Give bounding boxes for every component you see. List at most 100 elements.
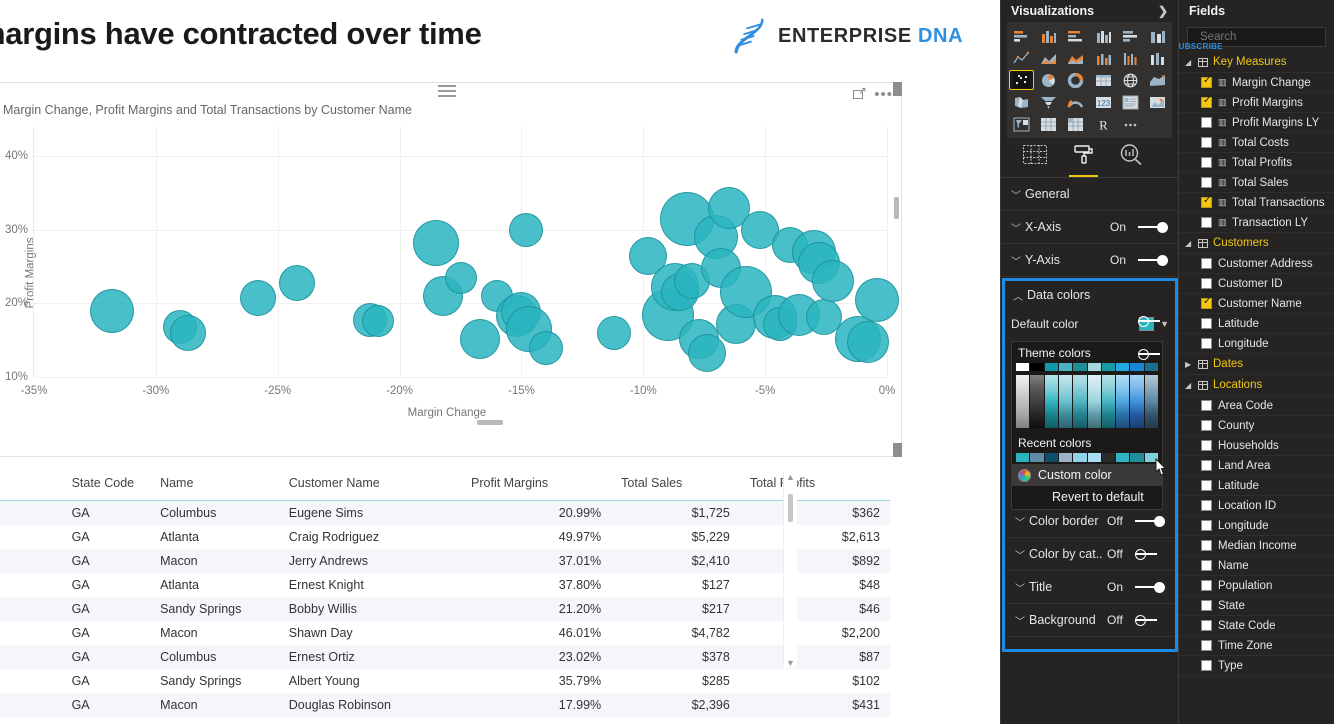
field-checkbox[interactable] (1201, 258, 1212, 269)
caret-collapsed-icon[interactable]: ▶ (1185, 360, 1193, 369)
field-checkbox[interactable] (1201, 177, 1212, 188)
chevron-down-icon[interactable]: ﹀ (1015, 613, 1029, 628)
visual-type-icon[interactable] (1118, 92, 1143, 112)
table-column-header[interactable]: Total Profits (739, 470, 890, 501)
field-checkbox[interactable] (1201, 296, 1212, 309)
theme-color-tint-column[interactable] (1101, 375, 1116, 428)
field-checkbox[interactable] (1201, 338, 1212, 349)
scatter-bubble[interactable] (687, 333, 726, 372)
field-item-households[interactable]: Households (1179, 436, 1334, 456)
theme-color-tints[interactable] (1012, 375, 1162, 432)
visual-type-icon[interactable] (1118, 114, 1143, 134)
theme-color-tint-column[interactable] (1144, 375, 1158, 428)
table-column-header[interactable]: Total Sales (611, 470, 740, 501)
table-row[interactable]: GA Macon Douglas Robinson 17.99% $2,396 $431 (0, 693, 890, 717)
visual-type-icon[interactable]: 123 (1090, 92, 1115, 112)
resize-handle-bottom-right[interactable] (893, 443, 902, 457)
field-checkbox[interactable] (1201, 600, 1212, 611)
caret-expanded-icon[interactable]: ◢ (1185, 381, 1193, 390)
field-checkbox[interactable] (1201, 75, 1212, 88)
visual-action-bar[interactable]: ••• (853, 86, 893, 103)
toggle-switch[interactable] (1138, 221, 1168, 234)
field-checkbox[interactable] (1201, 95, 1212, 108)
visual-type-icon[interactable] (1063, 92, 1088, 112)
visual-type-icon[interactable] (1063, 26, 1088, 46)
chevron-down-icon[interactable]: ﹀ (1011, 253, 1025, 268)
theme-color-swatch[interactable] (1116, 363, 1130, 371)
fields-tab[interactable] (1023, 145, 1047, 176)
theme-color-tint-column[interactable] (1030, 375, 1044, 428)
format-section-background[interactable]: ﹀ Background Off (1005, 604, 1175, 637)
field-item-land-area[interactable]: Land Area (1179, 456, 1334, 476)
visual-type-icon[interactable] (1036, 92, 1061, 112)
format-tab[interactable] (1069, 144, 1098, 177)
table-scroll-thumb[interactable] (788, 494, 793, 522)
fields-tree[interactable]: ◢ Key Measures ▥ Margin Change ▥ Profit Margi… (1179, 52, 1334, 676)
table-column-header[interactable] (0, 470, 62, 501)
format-section-title[interactable]: ﹀ Title On (1005, 571, 1175, 604)
table-column-header[interactable]: State Code (61, 470, 151, 501)
field-checkbox[interactable] (1201, 217, 1212, 228)
scatter-bubble[interactable] (413, 220, 460, 267)
scatter-bubble[interactable] (528, 330, 563, 365)
field-item-transaction-ly[interactable]: ▥ Transaction LY (1179, 213, 1334, 233)
theme-color-tint-column[interactable] (1073, 375, 1087, 428)
scatter-bubble[interactable] (169, 314, 206, 351)
table-row[interactable]: GA Macon Jerry Andrews 37.01% $2,410 $892 (0, 549, 890, 573)
field-item-profit-margins[interactable]: ▥ Profit Margins (1179, 93, 1334, 113)
data-colors-section[interactable]: ︿ Data colors Default color ▼ Theme colo… (1002, 278, 1178, 652)
plot-vertical-scrollbar[interactable] (894, 197, 899, 219)
field-checkbox[interactable] (1201, 620, 1212, 631)
pane-tabs[interactable] (1001, 138, 1178, 178)
chevron-up-icon[interactable]: ︿ (1013, 288, 1027, 303)
field-checkbox[interactable] (1201, 580, 1212, 591)
recent-color-swatch[interactable] (1130, 453, 1144, 462)
recent-color-swatch[interactable] (1101, 453, 1116, 462)
format-section-color-by-cat-[interactable]: ﹀ Color by cat.. Off (1005, 538, 1175, 571)
field-checkbox[interactable] (1201, 137, 1212, 148)
chevron-down-icon[interactable]: ﹀ (1011, 220, 1025, 235)
theme-color-swatch[interactable] (1058, 363, 1073, 371)
format-section-x-axis[interactable]: ﹀ X-Axis On (1001, 211, 1178, 244)
field-item-customer-id[interactable]: Customer ID (1179, 274, 1334, 294)
visual-type-icon[interactable] (1036, 114, 1061, 134)
toggle-switch[interactable] (1138, 254, 1168, 267)
visual-type-icon[interactable] (1009, 92, 1034, 112)
revert-to-default-menu-item[interactable]: Revert to default (1012, 486, 1162, 509)
field-group-key-measures[interactable]: ◢ Key Measures (1179, 52, 1334, 73)
recent-color-swatch[interactable] (1044, 453, 1058, 462)
field-item-population[interactable]: Population (1179, 576, 1334, 596)
visual-type-icon[interactable] (1063, 70, 1088, 90)
toggle-switch[interactable] (1135, 515, 1165, 528)
chevron-down-icon[interactable]: ﹀ (1015, 580, 1029, 595)
scatter-bubble[interactable] (444, 261, 477, 294)
field-item-longitude[interactable]: Longitude (1179, 334, 1334, 354)
visual-type-icon[interactable] (1145, 92, 1170, 112)
format-section-y-axis[interactable]: ﹀ Y-Axis On (1001, 244, 1178, 277)
field-checkbox[interactable] (1201, 560, 1212, 571)
custom-color-menu-item[interactable]: Custom color (1012, 464, 1162, 486)
table-column-header[interactable]: Profit Margins (461, 470, 612, 501)
field-checkbox[interactable] (1201, 640, 1212, 651)
field-item-margin-change[interactable]: ▥ Margin Change (1179, 73, 1334, 93)
field-item-total-transactions[interactable]: ▥ Total Transactions (1179, 193, 1334, 213)
scatter-bubble[interactable] (361, 305, 394, 338)
table-row[interactable]: GA Sandy Springs Bobby Willis 21.20% $217 $46 (0, 597, 890, 621)
field-item-profit-margins-ly[interactable]: ▥ Profit Margins LY (1179, 113, 1334, 133)
theme-color-swatch[interactable] (1073, 363, 1087, 371)
table-row[interactable]: lton County GA Atlanta Ernest Knight 37.80% $… (0, 573, 890, 597)
table-row[interactable]: GA Columbus Ernest Ortiz 23.02% $378 $87 (0, 645, 890, 669)
recent-color-swatch[interactable] (1073, 453, 1087, 462)
field-item-median-income[interactable]: Median Income (1179, 536, 1334, 556)
visual-type-icon[interactable] (1118, 48, 1143, 68)
field-checkbox[interactable] (1201, 460, 1212, 471)
field-item-latitude[interactable]: Latitude (1179, 314, 1334, 334)
visual-type-icon[interactable] (1063, 48, 1088, 68)
field-checkbox[interactable] (1201, 480, 1212, 491)
caret-expanded-icon[interactable]: ◢ (1185, 58, 1193, 67)
visual-type-icon[interactable] (1118, 26, 1143, 46)
field-item-customer-name[interactable]: Customer Name (1179, 294, 1334, 314)
field-item-longitude[interactable]: Longitude (1179, 516, 1334, 536)
data-colors-header[interactable]: ︿ Data colors (1005, 281, 1175, 309)
field-item-time-zone[interactable]: Time Zone (1179, 636, 1334, 656)
